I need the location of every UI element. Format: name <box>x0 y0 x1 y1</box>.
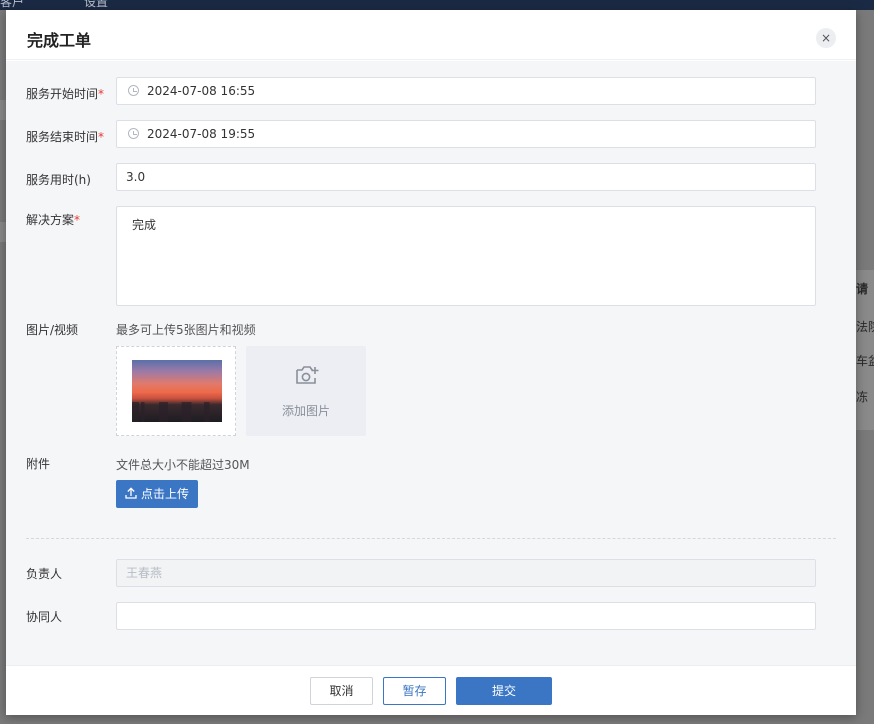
required-mark: * <box>74 213 81 227</box>
upload-icon <box>125 487 137 499</box>
attachment-hint: 文件总大小不能超过30M <box>116 458 250 472</box>
start-time-label: 服务开始时间* <box>26 87 105 101</box>
submit-button[interactable]: 提交 <box>456 677 552 705</box>
background-right-text: 法院 <box>856 320 874 334</box>
cancel-button[interactable]: 取消 <box>310 677 373 705</box>
background-right-text: 车盆 <box>856 354 874 368</box>
end-time-label: 服务结束时间* <box>26 130 105 144</box>
uploaded-image-thumbnail[interactable] <box>116 346 236 436</box>
collaborator-label: 协同人 <box>26 610 63 624</box>
dialog-footer: 取消 暂存 提交 <box>6 665 856 715</box>
dialog-title: 完成工单 <box>27 31 92 50</box>
owner-value: 王春燕 <box>126 566 163 580</box>
solution-label: 解决方案* <box>26 213 81 227</box>
required-mark: * <box>98 130 105 144</box>
service-hours-input[interactable]: 3.0 <box>116 163 816 191</box>
start-time-picker[interactable]: 2024-07-08 16:55 <box>116 77 816 105</box>
background-right-panel: 请 法院 车盆 冻 <box>856 270 874 430</box>
add-image-label: 添加图片 <box>281 404 330 418</box>
service-hours-value: 3.0 <box>126 170 146 184</box>
solution-textarea[interactable]: 完成 <box>116 206 816 306</box>
background-right-text: 冻 <box>856 390 869 404</box>
owner-label: 负责人 <box>26 567 63 581</box>
complete-work-order-dialog: 完成工单 × 服务开始时间* 2024-07-08 16:55 服务结束时间* … <box>6 10 856 715</box>
add-image-button[interactable]: 添加图片 <box>246 346 366 436</box>
clock-icon <box>128 128 139 139</box>
dialog-header: 完成工单 × <box>6 10 856 60</box>
background-nav-settings: 设置 <box>84 0 109 9</box>
media-hint: 最多可上传5张图片和视频 <box>116 323 256 337</box>
service-hours-label: 服务用时(h) <box>26 173 91 187</box>
camera-add-icon <box>296 366 319 384</box>
end-time-value: 2024-07-08 19:55 <box>147 127 256 141</box>
background-topbar: 客户 设置 <box>0 0 874 10</box>
owner-input: 王春燕 <box>116 559 816 587</box>
upload-button-label: 点击上传 <box>141 487 190 501</box>
save-draft-button[interactable]: 暂存 <box>383 677 446 705</box>
background-nav-customer: 客户 <box>0 0 25 9</box>
background-right-text: 请 <box>856 282 869 296</box>
close-button[interactable]: × <box>816 28 836 48</box>
required-mark: * <box>98 87 105 101</box>
dialog-body: 服务开始时间* 2024-07-08 16:55 服务结束时间* 2024-07… <box>6 61 856 665</box>
attachment-label: 附件 <box>26 457 51 471</box>
media-label: 图片/视频 <box>26 323 79 337</box>
section-divider <box>26 538 836 539</box>
start-time-value: 2024-07-08 16:55 <box>147 84 256 98</box>
solution-value: 完成 <box>132 218 157 232</box>
collaborator-select[interactable] <box>116 602 816 630</box>
close-icon: × <box>820 31 832 45</box>
clock-icon <box>128 85 139 96</box>
end-time-picker[interactable]: 2024-07-08 19:55 <box>116 120 816 148</box>
sunset-photo <box>132 360 222 422</box>
upload-button[interactable]: 点击上传 <box>116 480 198 508</box>
